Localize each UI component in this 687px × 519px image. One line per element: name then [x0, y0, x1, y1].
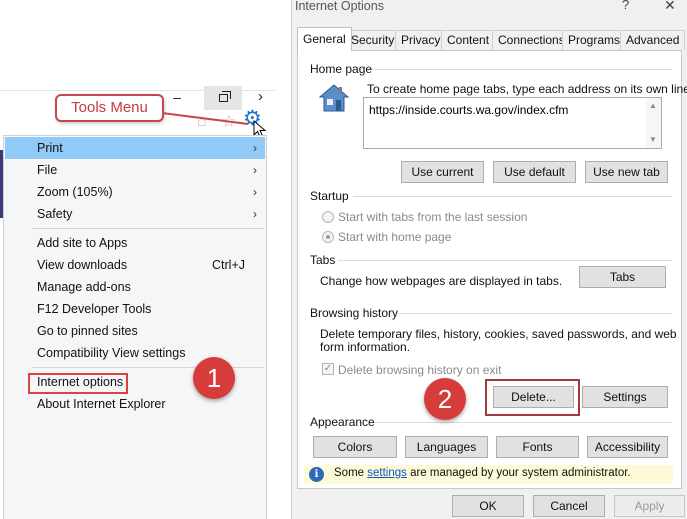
info-text-suffix: are managed by your system administrator…	[406, 467, 631, 479]
home-page-url-textarea[interactable]: https://inside.courts.wa.gov/index.cfm ▲…	[363, 97, 662, 149]
tab-content[interactable]: Content	[441, 30, 496, 50]
ok-button[interactable]: OK	[452, 495, 524, 517]
menu-item-safety[interactable]: Safety ›	[5, 203, 265, 225]
browsing-history-description-line2: form information.	[320, 340, 411, 354]
startup-group-label: Startup	[310, 189, 349, 203]
scroll-down-icon[interactable]: ▼	[649, 135, 657, 144]
tab-general[interactable]: General	[297, 27, 352, 51]
tab-programs[interactable]: Programs	[562, 30, 627, 50]
delete-button-highlight	[485, 379, 580, 416]
menu-item-label: About Internet Explorer	[37, 397, 166, 411]
dialog-help-button[interactable]: ?	[622, 0, 629, 12]
home-page-group-label: Home page	[310, 62, 373, 76]
startup-home-page-label: Start with home page	[338, 230, 452, 244]
menu-item-add-site-to-apps[interactable]: Add site to Apps	[5, 232, 265, 254]
menu-item-label: Safety	[37, 207, 73, 221]
menu-item-about-internet-explorer[interactable]: About Internet Explorer	[5, 393, 265, 415]
admin-info-bar: i Some settings are managed by your syst…	[304, 465, 673, 484]
menu-item-label: Add site to Apps	[37, 236, 128, 250]
group-divider	[398, 313, 672, 314]
menu-item-zoom[interactable]: Zoom (105%) ›	[5, 181, 265, 203]
use-default-button[interactable]: Use default	[493, 161, 576, 183]
menu-item-label: Zoom (105%)	[37, 185, 113, 199]
house-icon	[318, 84, 350, 112]
menu-item-label: F12 Developer Tools	[37, 302, 152, 316]
colors-button[interactable]: Colors	[313, 436, 397, 458]
submenu-arrow-icon: ›	[253, 207, 257, 221]
menu-item-shortcut: Ctrl+J	[212, 258, 245, 272]
delete-on-exit-label: Delete browsing history on exit	[338, 363, 502, 377]
menu-item-label: Print	[37, 141, 63, 155]
menu-item-label: Compatibility View settings	[37, 346, 186, 360]
home-page-description: To create home page tabs, type each addr…	[367, 82, 687, 96]
general-tab-panel: Home page To create home page tabs, type…	[297, 50, 687, 489]
group-divider	[338, 260, 672, 261]
menu-separator	[32, 228, 264, 229]
url-scrollbar[interactable]: ▲ ▼	[646, 98, 661, 148]
startup-last-session-label: Start with tabs from the last session	[338, 210, 528, 224]
startup-home-page-radio[interactable]	[322, 231, 334, 243]
group-divider	[375, 422, 672, 423]
browsing-history-settings-button[interactable]: Settings	[582, 386, 668, 408]
tools-menu-callout: Tools Menu	[55, 94, 164, 122]
submenu-arrow-icon: ›	[253, 163, 257, 177]
dialog-close-button[interactable]: ✕	[664, 0, 676, 14]
tab-connections[interactable]: Connections	[492, 30, 571, 50]
fonts-button[interactable]: Fonts	[496, 436, 579, 458]
tabs-description: Change how webpages are displayed in tab…	[320, 274, 563, 288]
tools-menu: Print › File › Zoom (105%) › Safety › Ad…	[3, 135, 267, 519]
scroll-up-icon[interactable]: ▲	[649, 101, 657, 110]
internet-options-highlight	[28, 373, 128, 394]
accessibility-button[interactable]: Accessibility	[587, 436, 668, 458]
dialog-title: Internet Options	[295, 0, 384, 13]
tab-security[interactable]: Security	[345, 30, 401, 50]
info-text-prefix: Some	[334, 467, 368, 479]
submenu-arrow-icon: ›	[253, 185, 257, 199]
tabs-group-label: Tabs	[310, 253, 336, 267]
tab-advanced[interactable]: Advanced	[620, 30, 686, 50]
internet-options-dialog: Internet Options ? ✕ General Security Pr…	[291, 0, 687, 519]
info-icon: i	[309, 467, 324, 482]
apply-button[interactable]: Apply	[614, 495, 685, 517]
tab-privacy[interactable]: Privacy	[395, 30, 447, 50]
menu-item-f12-developer-tools[interactable]: F12 Developer Tools	[5, 298, 265, 320]
browsing-history-description-line1: Delete temporary files, history, cookies…	[320, 327, 677, 341]
submenu-arrow-icon: ›	[253, 141, 257, 155]
cancel-button[interactable]: Cancel	[533, 495, 605, 517]
step-2-badge: 2	[424, 378, 466, 420]
use-new-tab-button[interactable]: Use new tab	[585, 161, 668, 183]
menu-item-label: View downloads	[37, 258, 128, 272]
menu-item-view-downloads[interactable]: View downloads Ctrl+J	[5, 254, 265, 276]
menu-item-manage-addons[interactable]: Manage add-ons	[5, 276, 265, 298]
group-divider	[353, 196, 672, 197]
languages-button[interactable]: Languages	[405, 436, 488, 458]
home-page-url: https://inside.courts.wa.gov/index.cfm	[369, 103, 569, 117]
settings-link[interactable]: settings	[367, 467, 407, 479]
menu-item-go-to-pinned-sites[interactable]: Go to pinned sites	[5, 320, 265, 342]
delete-on-exit-checkbox[interactable]: ✓	[322, 363, 334, 375]
startup-last-session-radio[interactable]	[322, 211, 334, 223]
step-1-badge: 1	[193, 357, 235, 399]
menu-item-print[interactable]: Print ›	[5, 137, 265, 159]
menu-item-file[interactable]: File ›	[5, 159, 265, 181]
appearance-group-label: Appearance	[310, 415, 375, 429]
use-current-button[interactable]: Use current	[401, 161, 484, 183]
group-divider	[372, 69, 672, 70]
menu-item-label: Go to pinned sites	[37, 324, 138, 338]
tabs-button[interactable]: Tabs	[579, 266, 666, 288]
browsing-history-group-label: Browsing history	[310, 306, 399, 320]
menu-item-label: Manage add-ons	[37, 280, 131, 294]
menu-item-label: File	[37, 163, 58, 177]
admin-info-text: Some settings are managed by your system…	[334, 467, 631, 479]
